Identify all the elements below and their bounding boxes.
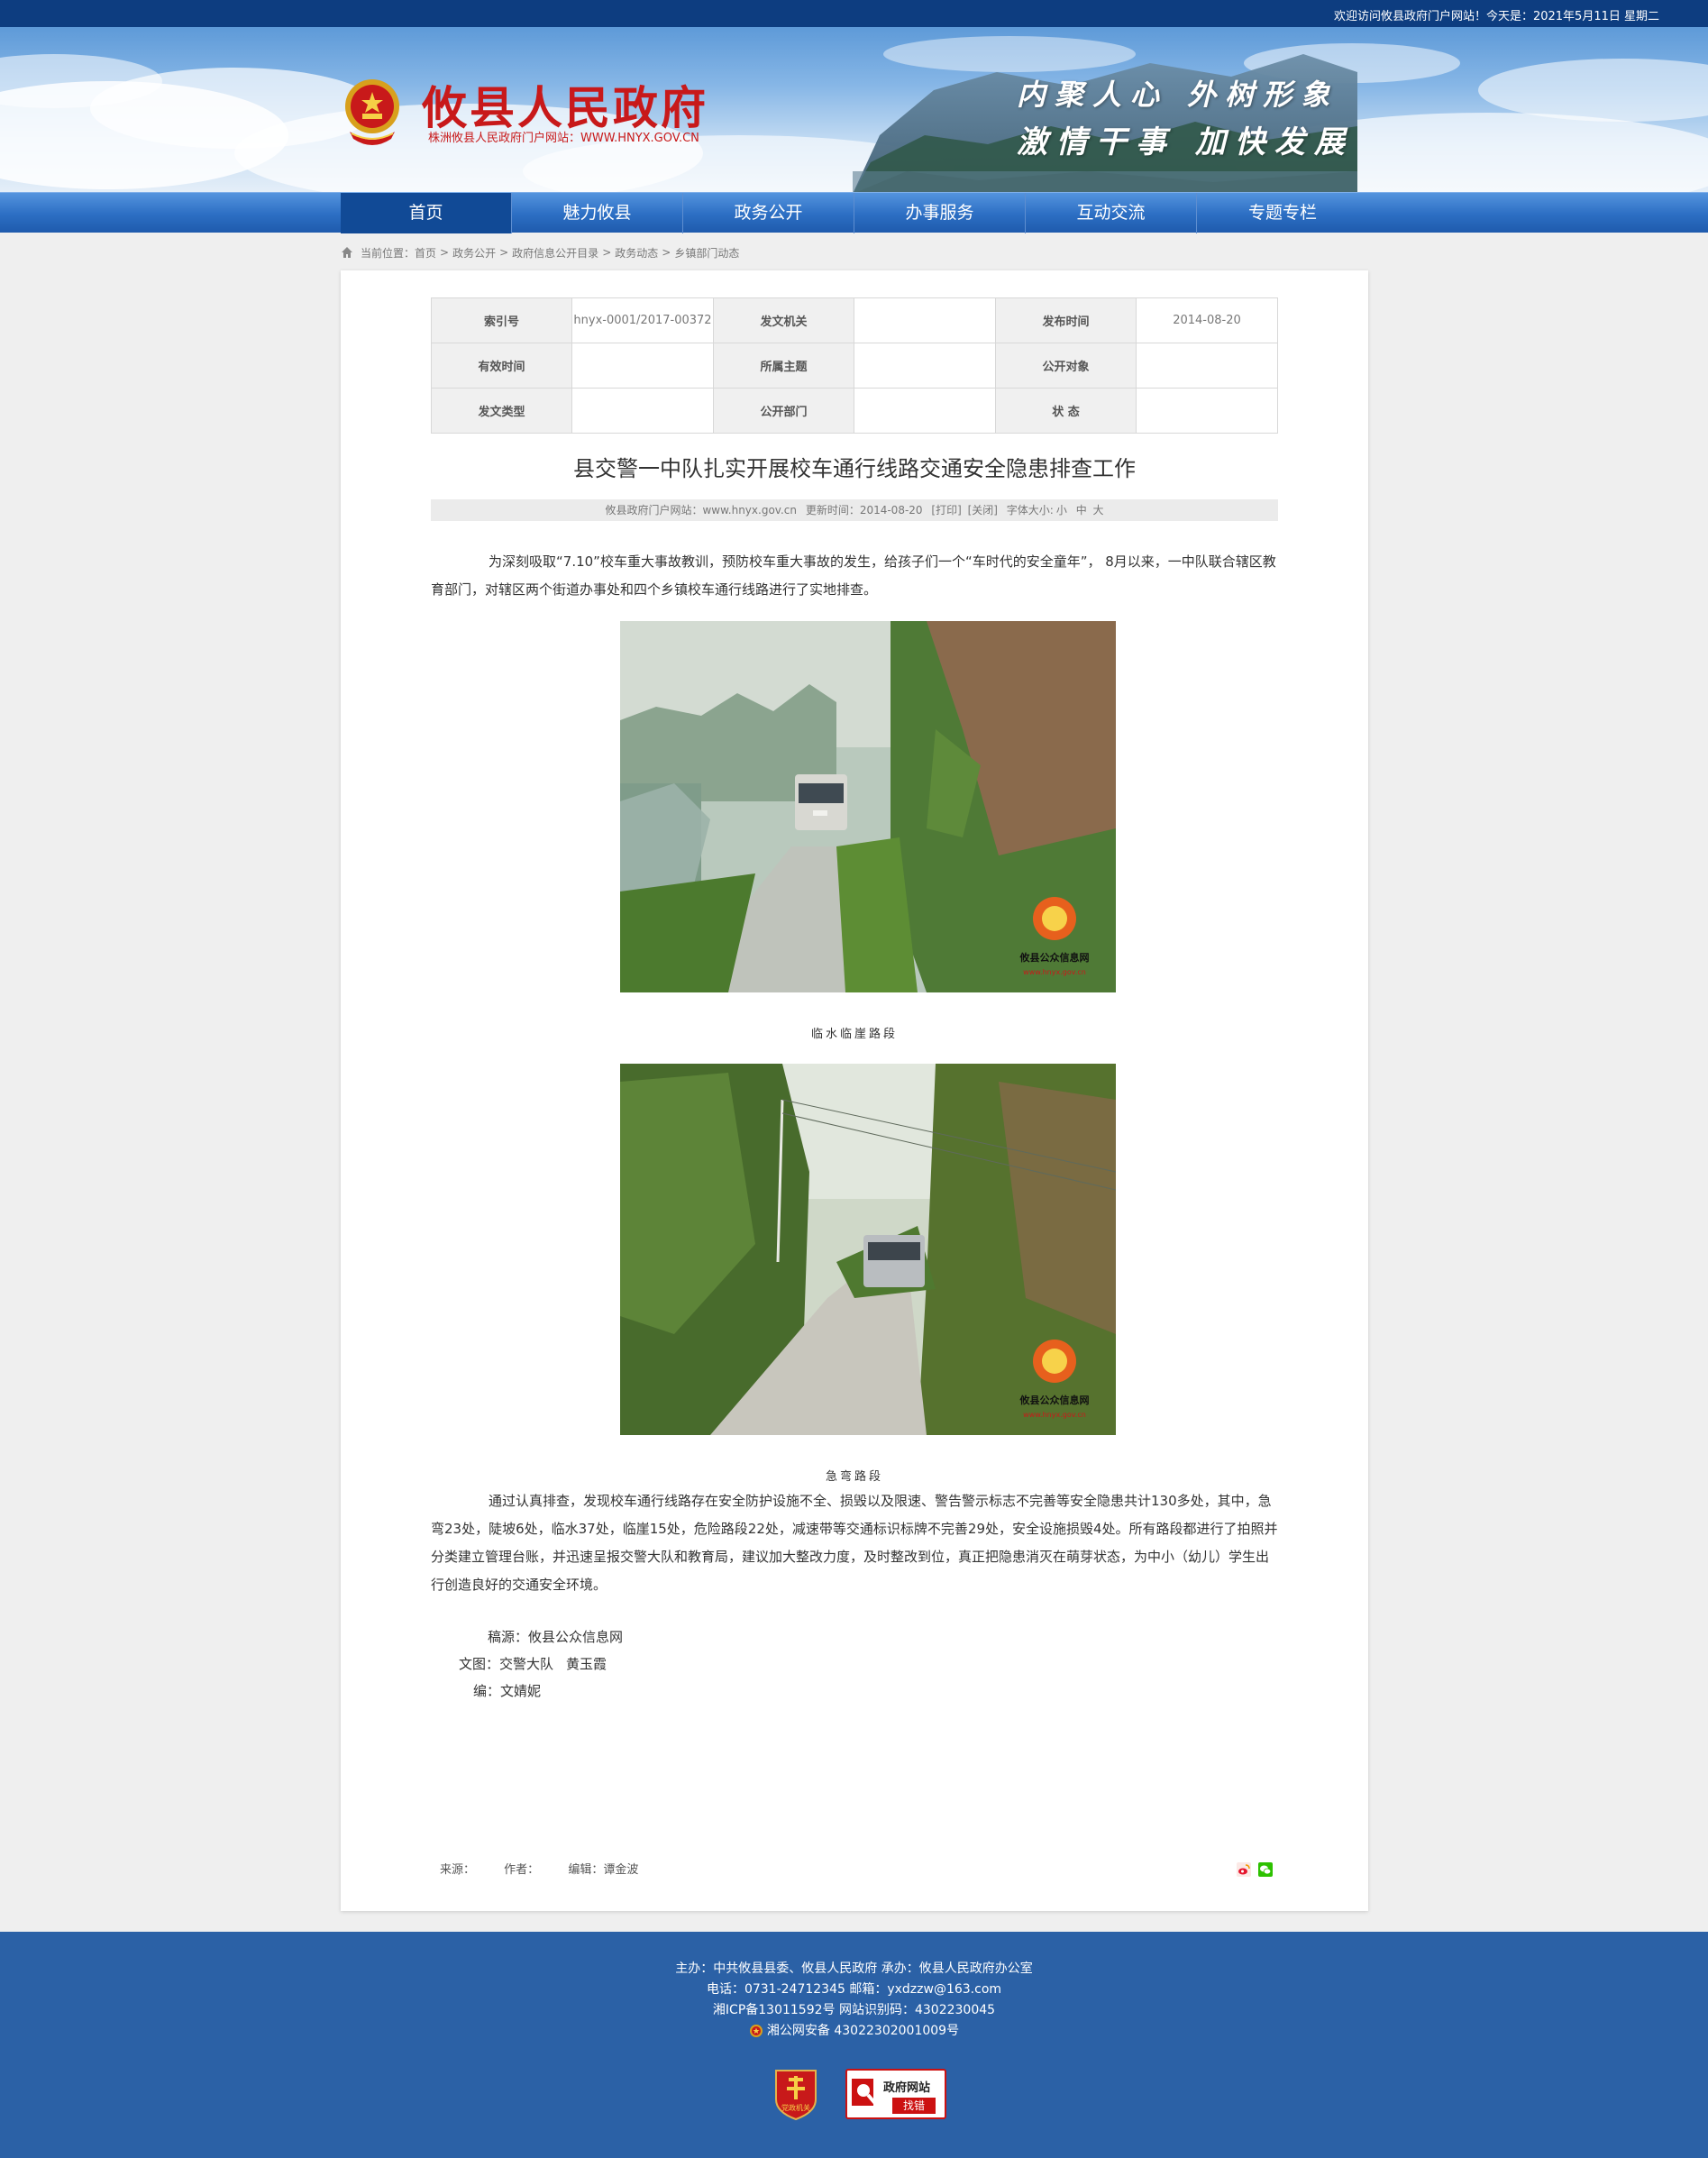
credit-text-label: 文图：交警大队 <box>459 1656 554 1672</box>
slogan-line-1: 内聚人心 外树形象 <box>1017 78 1339 112</box>
breadcrumb-prefix: 当前位置： <box>361 246 416 260</box>
photo-caption: 急弯路段 <box>825 1470 883 1484</box>
welcome-text: 欢迎访问攸县政府门户网站！今天是：2021年5月11日 星期二 <box>1333 10 1659 23</box>
font-small-button[interactable]: 小 <box>1056 504 1067 517</box>
nav-item-services[interactable]: 办事服务 <box>854 193 1026 233</box>
meta-key: 发文机关 <box>713 297 854 343</box>
breadcrumb-separator: > <box>602 246 612 259</box>
meta-key: 状 态 <box>995 388 1137 434</box>
article-footer-meta: 来源： 作者： 编辑：谭金波 <box>440 1860 663 1877</box>
share-buttons <box>1237 1862 1273 1877</box>
nav-item-interaction[interactable]: 互动交流 <box>1026 193 1197 233</box>
meta-value <box>571 343 714 389</box>
landscape-image <box>853 54 1357 192</box>
watermark-text: 攸县公众信息网 <box>1019 1394 1090 1406</box>
sharp-bend-road-image: 攸县公众信息网 www.hnyx.gov.cn <box>620 1064 1116 1435</box>
police-record-text: 湘公网安备 43022302001009号 <box>766 2024 960 2038</box>
breadcrumb-news[interactable]: 政务动态 <box>615 245 658 261</box>
article-paragraph: 为深刻吸取“7.10”校车重大事故教训，预防校车重大事故的发生，给孩子们一个“车… <box>431 553 1276 598</box>
watermark-url: www.hnyx.gov.cn <box>1023 968 1086 976</box>
meta-value <box>854 297 996 343</box>
error-report-title: 政府网站 <box>883 2081 931 2095</box>
meta-key: 公开对象 <box>995 343 1137 389</box>
table-row: 发文类型 公开部门 状 态 <box>431 388 1278 434</box>
article-panel: 索引号 hnyx-0001/2017-00372 发文机关 发布时间 2014-… <box>341 270 1368 1911</box>
magnifier-icon <box>852 2079 880 2108</box>
close-link[interactable]: [关闭] <box>968 504 998 517</box>
nav-item-government-affairs[interactable]: 政务公开 <box>683 193 854 233</box>
breadcrumb-home[interactable]: 首页 <box>415 245 436 261</box>
info-site: 攸县政府门户网站：www.hnyx.gov.cn <box>605 504 797 517</box>
photo-caption: 临水临崖路段 <box>810 1028 898 1041</box>
meta-value <box>1136 388 1278 434</box>
meta-value: 2014-08-20 <box>1136 297 1278 343</box>
table-row: 索引号 hnyx-0001/2017-00372 发文机关 发布时间 2014-… <box>431 297 1278 343</box>
footer-icp[interactable]: 湘ICP备13011592号 网站识别码：4302230045 <box>0 2000 1708 2018</box>
main-navigation: 首页 魅力攸县 政务公开 办事服务 互动交流 专题专栏 <box>0 192 1708 233</box>
breadcrumb-town-news[interactable]: 乡镇部门动态 <box>674 245 739 261</box>
nav-item-special-topics[interactable]: 专题专栏 <box>1197 193 1368 233</box>
credit-editor: 编：文婧妮 <box>473 1683 542 1699</box>
font-medium-button[interactable]: 中 <box>1076 504 1087 517</box>
meta-value <box>1136 343 1278 389</box>
weibo-share-icon[interactable] <box>1237 1862 1251 1877</box>
nav-item-home[interactable]: 首页 <box>341 193 512 233</box>
article-title: 县交警一中队扎实开展校车通行线路交通安全隐患排查工作 <box>573 456 1136 481</box>
footer-contact: 电话：0731-24712345 邮箱：yxdzzw@163.com <box>706 1982 1002 1997</box>
meta-key: 发文类型 <box>431 388 572 434</box>
author-label: 作者： <box>504 1863 540 1877</box>
meta-key: 公开部门 <box>713 388 854 434</box>
watermark-text: 攸县公众信息网 <box>1019 951 1090 964</box>
slogan-line-2: 激情干事 加快发展 <box>1017 124 1354 160</box>
footer-police-record[interactable]: 湘公网安备 43022302001009号 <box>0 2021 1708 2039</box>
site-subtitle: 株洲攸县人民政府门户网站：WWW.HNYX.GOV.CN <box>428 132 699 145</box>
breadcrumb-separator: > <box>662 246 671 259</box>
home-icon <box>342 247 352 258</box>
breadcrumb-government-affairs[interactable]: 政务公开 <box>452 245 496 261</box>
header-banner: 攸县人民政府 株洲攸县人民政府门户网站：WWW.HNYX.GOV.CN 内聚人心… <box>0 27 1708 192</box>
footer-host: 主办：中共攸县县委、攸县人民政府 承办：攸县人民政府办公室 <box>675 1961 1033 1976</box>
wechat-share-icon[interactable] <box>1258 1862 1273 1877</box>
meta-key: 有效时间 <box>431 343 572 389</box>
party-government-logo-text: 党政机关 <box>781 2103 810 2112</box>
font-size-label: 字体大小: <box>1006 504 1054 517</box>
credit-photo-text: 文图：交警大队 黄玉霞 <box>459 1654 607 1673</box>
meta-value: hnyx-0001/2017-00372 <box>571 297 714 343</box>
site-footer: 主办：中共攸县县委、攸县人民政府 承办：攸县人民政府办公室 电话：0731-24… <box>0 1932 1708 2158</box>
source-label: 来源： <box>440 1863 476 1877</box>
national-emblem-icon <box>345 79 399 145</box>
editor-label: 编辑：谭金波 <box>568 1863 639 1877</box>
meta-value <box>854 343 996 389</box>
police-badge-icon <box>749 2025 763 2037</box>
table-row: 有效时间 所属主题 公开对象 <box>431 343 1278 389</box>
party-government-logo[interactable]: 党政机关 <box>772 2067 819 2121</box>
credit-text-name: 黄玉霞 <box>566 1656 607 1672</box>
article-photo-cliff-road: 攸县公众信息网 www.hnyx.gov.cn <box>620 621 1116 992</box>
cliff-road-image: 攸县公众信息网 www.hnyx.gov.cn <box>620 621 1116 992</box>
meta-key: 所属主题 <box>713 343 854 389</box>
credit-source: 稿源：攸县公众信息网 <box>488 1629 624 1645</box>
meta-key: 索引号 <box>431 297 572 343</box>
top-bar: 欢迎访问攸县政府门户网站！今天是：2021年5月11日 星期二 <box>0 0 1708 27</box>
metadata-table: 索引号 hnyx-0001/2017-00372 发文机关 发布时间 2014-… <box>431 297 1278 434</box>
font-large-button[interactable]: 大 <box>1093 504 1104 517</box>
meta-key: 发布时间 <box>995 297 1137 343</box>
site-error-report-logo[interactable]: 政府网站 找错 <box>845 2069 946 2119</box>
article-paragraph: 通过认真排查，发现校车通行线路存在安全防护设施不全、损毁以及限速、警告警示标志不… <box>431 1493 1278 1593</box>
error-report-sub: 找错 <box>892 2098 936 2114</box>
breadcrumb: 当前位置： 首页 > 政务公开 > 政府信息公开目录 > 政务动态 > 乡镇部门动态 <box>341 243 739 261</box>
breadcrumb-info-catalog[interactable]: 政府信息公开目录 <box>512 245 598 261</box>
meta-value <box>571 388 714 434</box>
article-info-bar: 攸县政府门户网站：www.hnyx.gov.cn 更新时间：2014-08-20… <box>431 499 1278 521</box>
meta-value <box>854 388 996 434</box>
article-photo-sharp-bend: 攸县公众信息网 www.hnyx.gov.cn <box>620 1064 1116 1435</box>
breadcrumb-separator: > <box>440 246 450 259</box>
print-link[interactable]: [打印] <box>931 504 961 517</box>
watermark-url: www.hnyx.gov.cn <box>1023 1411 1086 1419</box>
info-updated: 更新时间：2014-08-20 <box>805 504 923 517</box>
nav-item-charm-youxian[interactable]: 魅力攸县 <box>512 193 683 233</box>
breadcrumb-separator: > <box>499 246 509 259</box>
